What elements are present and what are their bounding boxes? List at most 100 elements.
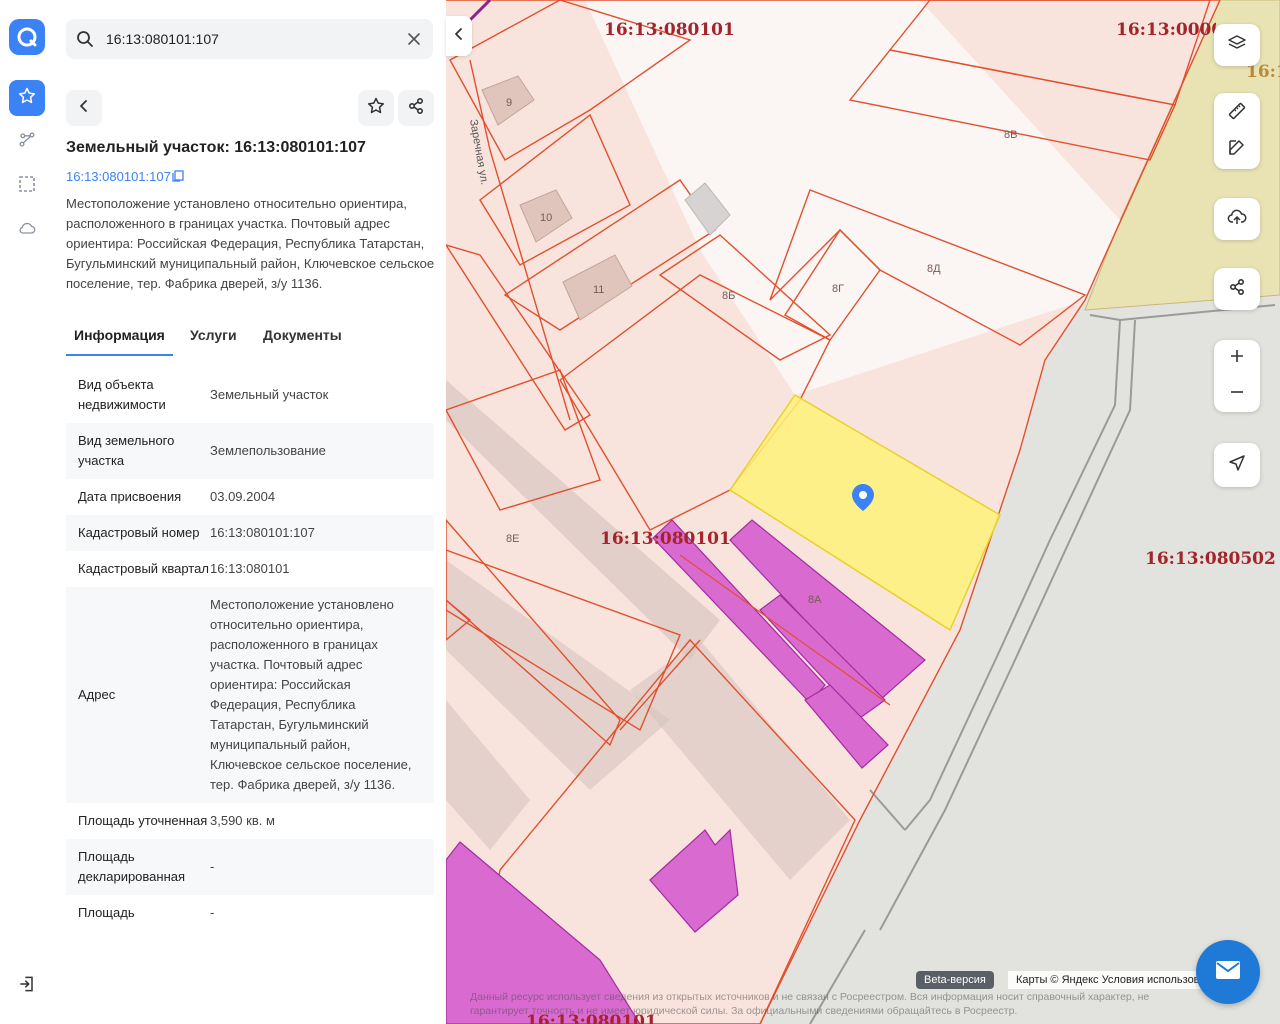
cloud-button[interactable] xyxy=(9,212,45,248)
cadastral-number-link[interactable]: 16:13:080101:107 xyxy=(66,169,171,184)
table-row: Площадь декларированная - xyxy=(66,839,434,895)
cloud-icon xyxy=(17,218,37,243)
table-row: Кадастровый квартал 16:13:080101 xyxy=(66,551,434,587)
locate-button[interactable] xyxy=(1214,443,1260,487)
row-key: Кадастровый номер xyxy=(78,525,200,540)
row-key: Адрес xyxy=(78,687,116,702)
quarter-label: 16:13:080101 xyxy=(604,20,735,40)
feedback-button[interactable] xyxy=(1196,940,1260,1004)
info-panel: 16:13:080101:107 Земельный участок: 16:1… xyxy=(54,0,446,1024)
select-area-icon xyxy=(18,175,36,198)
row-key: Вид земельного участка xyxy=(78,433,175,468)
disclaimer-text: Данный ресурс использует сведения из отк… xyxy=(470,991,1150,1017)
quarter-label: 16:13:080101 xyxy=(600,529,731,549)
row-value: 16:13:080101:107 xyxy=(210,525,315,540)
edit-button[interactable] xyxy=(1214,131,1260,167)
table-row: Дата присвоения 03.09.2004 xyxy=(66,479,434,515)
table-row: Площадь уточненная 3,590 кв. м xyxy=(66,803,434,839)
layers-icon xyxy=(1227,33,1247,58)
copy-icon[interactable] xyxy=(171,169,185,188)
star-icon xyxy=(17,86,37,111)
map-attribution[interactable]: Карты © Яндекс Условия использования xyxy=(1008,971,1214,989)
row-value: Земельный участок xyxy=(210,387,329,402)
tab-services[interactable]: Услуги xyxy=(190,320,237,354)
share-icon xyxy=(1228,278,1246,301)
route-icon xyxy=(17,130,37,155)
share-button[interactable] xyxy=(398,90,434,126)
upload-icon xyxy=(1227,207,1247,232)
zoom-out-button[interactable] xyxy=(1214,376,1260,412)
locate-icon xyxy=(1228,454,1246,477)
logout-button[interactable] xyxy=(9,968,45,1004)
logout-icon xyxy=(17,974,37,999)
chevron-left-icon xyxy=(453,27,465,46)
row-value: - xyxy=(210,859,215,874)
mail-icon xyxy=(1214,959,1242,986)
row-key: Площадь декларированная xyxy=(78,849,186,884)
tab-documents[interactable]: Документы xyxy=(263,320,342,354)
star-icon xyxy=(366,96,386,121)
row-value: Местоположение установлено относительно … xyxy=(210,597,412,792)
zoom-in-button[interactable] xyxy=(1214,340,1260,376)
tools-group xyxy=(1214,93,1260,169)
select-area-button[interactable] xyxy=(9,168,45,204)
parcel-label: 10 xyxy=(540,212,553,224)
share-map-button[interactable] xyxy=(1214,268,1260,310)
edit-icon xyxy=(1227,137,1247,162)
table-row: Вид объекта недвижимости Земельный участо… xyxy=(66,367,434,423)
search-icon xyxy=(76,30,94,53)
row-value: Землепользование xyxy=(210,443,326,458)
parcel-label: 9 xyxy=(506,97,513,109)
search-box[interactable]: 16:13:080101:107 xyxy=(66,19,433,59)
search-input[interactable]: 16:13:080101:107 xyxy=(106,31,219,47)
logo-icon[interactable] xyxy=(9,19,45,55)
quarter-label: 16:13:080502 xyxy=(1145,549,1276,569)
cadastral-map[interactable]: Заречная ул. 16:13:080101 16:13:080101 1… xyxy=(446,0,1280,1024)
row-value: - xyxy=(210,905,215,920)
parcel-label: 8В xyxy=(1004,129,1018,141)
beta-badge: Beta-версия xyxy=(916,971,994,989)
info-table: Вид объекта недвижимости Земельный участо… xyxy=(66,367,434,931)
favorite-button[interactable] xyxy=(358,90,394,126)
left-rail xyxy=(0,0,55,1024)
table-row: Вид земельного участка Землепользование xyxy=(66,423,434,479)
collapse-panel-button[interactable] xyxy=(446,16,472,56)
ruler-icon xyxy=(1227,101,1247,126)
object-description: Местоположение установлено относительно … xyxy=(66,196,435,291)
zoom-controls xyxy=(1214,340,1260,412)
row-key: Дата присвоения xyxy=(78,489,182,504)
favorites-button[interactable] xyxy=(9,80,45,116)
app: 16:13:080101:107 Земельный участок: 16:1… xyxy=(0,0,1280,1024)
route-button[interactable] xyxy=(9,124,45,160)
tab-information[interactable]: Информация xyxy=(66,320,173,356)
row-key: Кадастровый квартал xyxy=(78,561,209,576)
quarter-label: 16:13:0000 xyxy=(1116,20,1216,40)
table-row: Кадастровый номер 16:13:080101:107 xyxy=(66,515,434,551)
parcel-label: 8Б xyxy=(722,290,736,302)
parcel-label: 8Д xyxy=(927,263,941,275)
row-value: 03.09.2004 xyxy=(210,489,276,504)
close-icon[interactable] xyxy=(405,30,423,53)
parcel-label: 11 xyxy=(593,284,605,296)
map-canvas: Заречная ул. xyxy=(446,0,1280,1024)
row-value: 16:13:080101 xyxy=(210,561,290,576)
table-row: Адрес Местоположение установлено относите… xyxy=(66,587,434,803)
parcel-label: 8А xyxy=(808,594,822,606)
parcel-label: 8Е xyxy=(506,533,520,545)
zoom-in-icon xyxy=(1229,348,1245,369)
layers-button[interactable] xyxy=(1214,24,1260,66)
row-key: Вид объекта недвижимости xyxy=(78,377,166,412)
row-key: Площадь xyxy=(78,905,135,920)
share-icon xyxy=(407,97,425,120)
upload-button[interactable] xyxy=(1214,198,1260,240)
back-icon xyxy=(76,98,92,119)
row-value: 3,590 кв. м xyxy=(210,813,275,828)
parcel-label: 8Г xyxy=(832,283,845,295)
tabs: Информация Услуги Документы xyxy=(66,320,434,356)
zoom-out-icon xyxy=(1229,384,1245,405)
back-button[interactable] xyxy=(66,90,102,126)
page-title: Земельный участок: 16:13:080101:107 xyxy=(66,139,366,156)
table-row: Площадь - xyxy=(66,895,434,931)
ruler-button[interactable] xyxy=(1214,95,1260,131)
row-key: Площадь уточненная xyxy=(78,813,208,828)
